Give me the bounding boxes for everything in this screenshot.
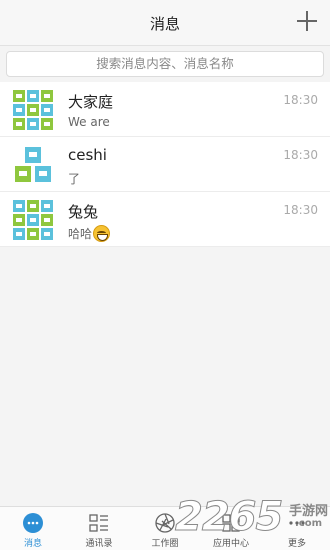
conversation-preview: 了 xyxy=(68,172,81,186)
site-watermark: 2265 手游网 .com xyxy=(174,494,330,544)
conversation-item-dajiating[interactable]: 大家庭 We are 18:30 xyxy=(0,82,330,137)
conversation-list: 大家庭 We are 18:30 ceshi 了 18:30 兔兔 哈哈 18:… xyxy=(0,82,330,247)
search-area: 搜索消息内容、消息名称 xyxy=(0,46,330,82)
conversation-time: 18:30 xyxy=(283,93,318,107)
page-title: 消息 xyxy=(149,15,180,33)
conversation-preview: We are xyxy=(68,115,110,129)
conversation-item-ceshi[interactable]: ceshi 了 18:30 xyxy=(0,137,330,192)
search-input[interactable]: 搜索消息内容、消息名称 xyxy=(6,51,324,77)
tab-contacts[interactable]: 通讯录 xyxy=(66,507,132,550)
tab-label: 通讯录 xyxy=(85,539,113,549)
aperture-icon xyxy=(155,513,175,533)
conversation-name: 兔兔 xyxy=(68,203,99,221)
conversation-time: 18:30 xyxy=(283,203,318,217)
watermark-number: 2265 xyxy=(174,494,283,541)
chat-bubble-icon xyxy=(23,513,43,533)
group-avatar-small-icon xyxy=(15,147,51,182)
conversation-item-tutu[interactable]: 兔兔 哈哈 18:30 xyxy=(0,192,330,247)
conversation-name: 大家庭 xyxy=(68,93,114,111)
watermark-site-name: 手游网 xyxy=(288,504,328,519)
conversation-name: ceshi xyxy=(68,146,107,164)
group-avatar-icon xyxy=(13,90,53,130)
contacts-icon xyxy=(89,514,108,532)
top-bar: 消息 xyxy=(0,0,330,46)
group-avatar-icon xyxy=(13,200,53,240)
tab-messages[interactable]: 消息 xyxy=(0,507,66,550)
add-icon[interactable] xyxy=(296,10,318,32)
conversation-preview: 哈哈 xyxy=(68,225,111,242)
watermark-domain: .com xyxy=(294,518,322,529)
conversation-time: 18:30 xyxy=(283,148,318,162)
tab-label: 消息 xyxy=(23,539,42,549)
grinning-face-icon xyxy=(93,225,111,242)
